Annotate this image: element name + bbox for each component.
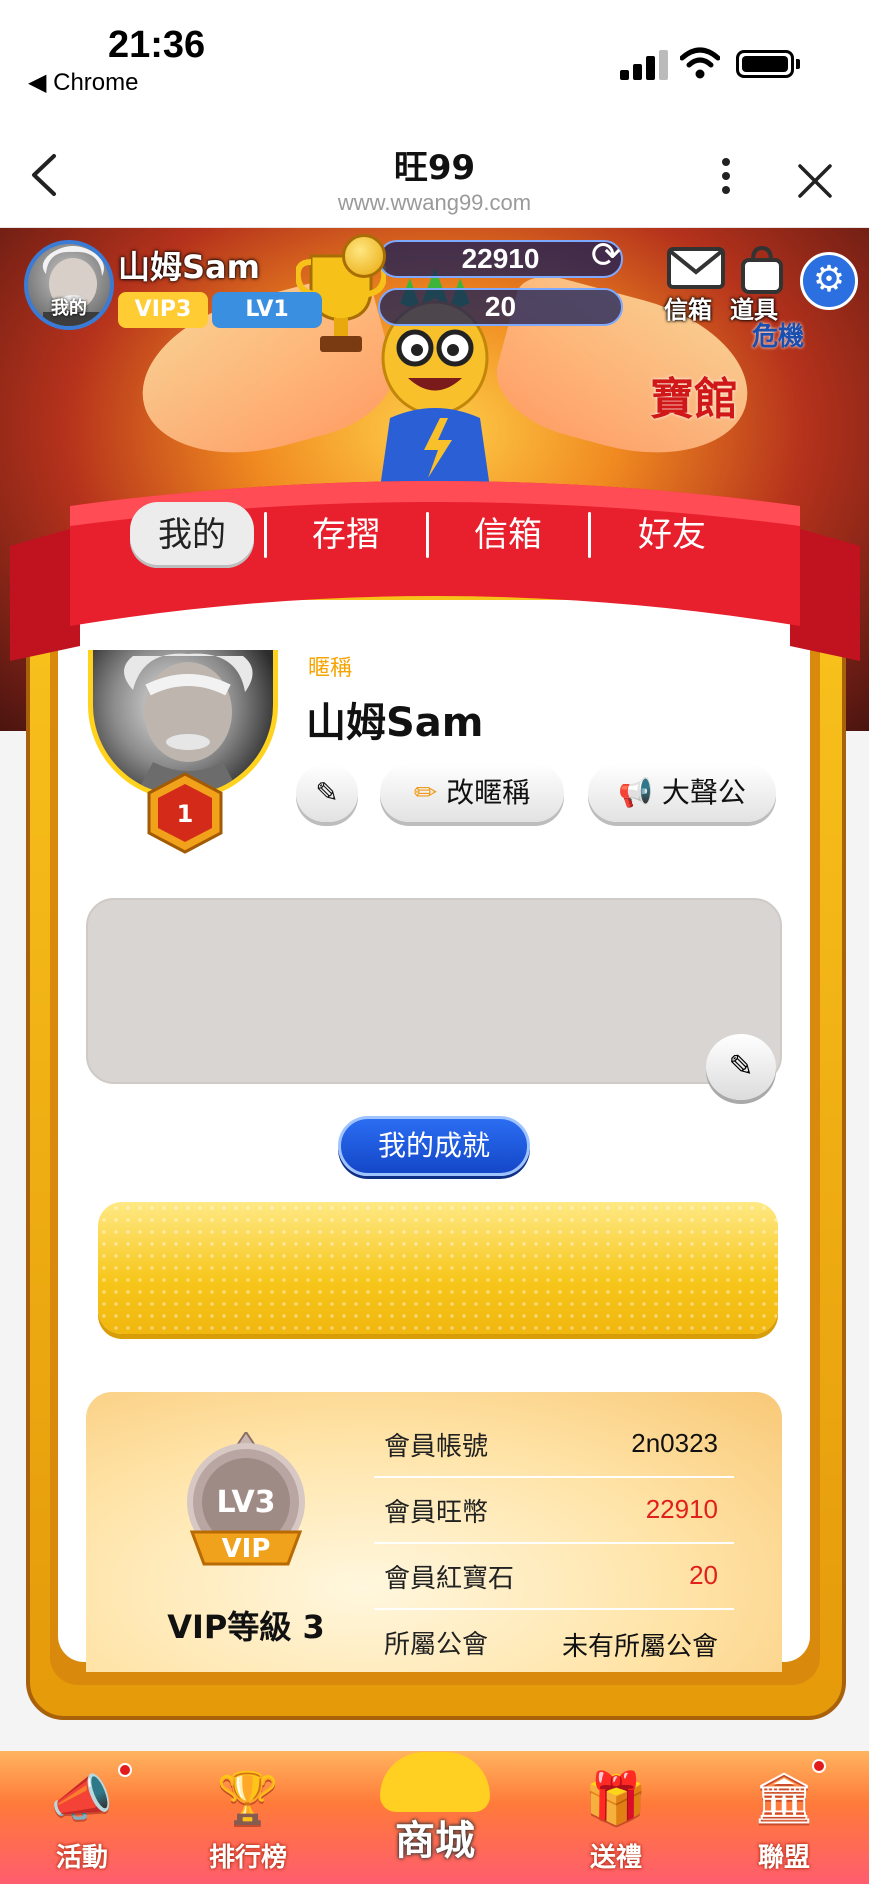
bag-icon xyxy=(741,245,783,294)
settings-gear-icon[interactable]: ⚙ xyxy=(800,252,858,310)
info-value: 20 xyxy=(689,1560,718,1590)
info-label: 會員旺幣 xyxy=(384,1498,489,1528)
achievements-button[interactable]: 我的成就 xyxy=(338,1116,530,1176)
megaphone-icon: 📣 xyxy=(50,1769,114,1827)
vip-level-text: VIP等級 3 xyxy=(167,1608,325,1646)
trophy-icon: 🏆 xyxy=(216,1769,280,1827)
gem-balance-value: 20 xyxy=(484,291,517,322)
info-value: 22910 xyxy=(645,1494,718,1524)
gift-icon: 🎁 xyxy=(584,1769,648,1827)
profile-tabs: 我的 存摺 信箱 好友 xyxy=(126,502,766,574)
tab-divider xyxy=(588,512,591,558)
mailbox-label: 信箱 xyxy=(664,296,712,324)
coin-balance-value: 22910 xyxy=(461,243,540,274)
battery-icon xyxy=(736,50,794,78)
sparkle-pattern xyxy=(98,1202,778,1334)
info-row-rubies: 會員紅寶石 20 xyxy=(374,1544,734,1610)
info-row-coins: 會員旺幣 22910 xyxy=(374,1478,734,1544)
vip-emblem-label: VIP xyxy=(222,1534,271,1564)
nickname-label: 暱稱 xyxy=(308,656,353,681)
tab-friends[interactable]: 好友 xyxy=(610,502,734,568)
page-url: www.wwang99.com xyxy=(337,190,532,215)
rename-button-label: 改暱稱 xyxy=(446,776,531,809)
back-to-app-link[interactable]: ◀ Chrome xyxy=(28,68,138,97)
tab-divider xyxy=(264,512,267,558)
banner-text-crisis: 危機 xyxy=(752,322,805,352)
edit-nickname-button[interactable]: ✎ xyxy=(296,764,358,822)
banner-text-hall: 寶館 xyxy=(650,374,738,425)
mall-mascot-icon xyxy=(380,1752,490,1812)
vip-badge: VIP3 xyxy=(118,292,208,328)
refresh-icon[interactable]: ⟳ xyxy=(586,236,626,276)
battery-tip xyxy=(796,59,800,69)
info-row-account: 會員帳號 2n0323 xyxy=(374,1412,734,1478)
pencil-icon: ✎ xyxy=(315,776,339,809)
nav-gift-label: 送禮 xyxy=(589,1843,642,1873)
tab-divider xyxy=(426,512,429,558)
info-label: 會員帳號 xyxy=(384,1432,489,1462)
megaphone-button-label: 大聲公 xyxy=(661,776,746,809)
nav-mall[interactable]: 商城 xyxy=(370,1808,500,1866)
tab-passbook[interactable]: 存摺 xyxy=(284,502,408,568)
pencil-icon: ✏ xyxy=(413,776,438,809)
nav-alliance[interactable]: 🏛 聯盟 xyxy=(724,1751,844,1884)
megaphone-button[interactable]: 📢 大聲公 xyxy=(588,764,776,822)
player-name: 山姆Sam xyxy=(118,248,260,286)
status-time: 21:36 xyxy=(108,24,206,66)
avatar-top-label: 我的 xyxy=(51,298,87,319)
gem-balance[interactable]: 20 xyxy=(378,288,623,326)
notification-dot xyxy=(812,1759,826,1773)
coin-icon xyxy=(342,234,386,278)
level-hex-badge: 1 xyxy=(147,772,223,854)
nav-gift[interactable]: 🎁 送禮 xyxy=(556,1751,676,1884)
page-title: 旺99 xyxy=(393,148,476,188)
wifi-icon xyxy=(680,47,720,79)
nav-leaderboard[interactable]: 🏆 排行榜 xyxy=(188,1751,308,1884)
nickname: 山姆Sam xyxy=(306,700,484,746)
gold-banner xyxy=(98,1202,778,1334)
player-avatar-top[interactable]: 我的 xyxy=(24,240,114,330)
edit-bio-button[interactable]: ✎ xyxy=(706,1034,776,1100)
vip-emblem-level: LV3 xyxy=(216,1485,275,1520)
bio-textbox[interactable] xyxy=(86,898,782,1084)
vip-info-panel: LV3 VIP VIP等級 3 會員帳號 2n0323 會員旺幣 22910 會… xyxy=(86,1392,782,1672)
bank-icon: 🏛 xyxy=(752,1769,816,1827)
nav-events-label: 活動 xyxy=(55,1843,108,1873)
megaphone-icon: 📢 xyxy=(618,776,653,809)
info-row-guild: 所屬公會 未有所屬公會 xyxy=(374,1610,734,1672)
signal-icon xyxy=(620,48,668,80)
info-label: 所屬公會 xyxy=(384,1630,489,1660)
vip-emblem-icon: LV3 VIP xyxy=(187,1432,305,1566)
pencil-icon: ✎ xyxy=(728,1049,754,1084)
tab-mine[interactable]: 我的 xyxy=(130,502,254,568)
info-value: 2n0323 xyxy=(631,1428,718,1458)
level-number: 1 xyxy=(177,800,194,828)
rename-button[interactable]: ✏ 改暱稱 xyxy=(380,764,564,822)
info-value: 未有所屬公會 xyxy=(561,1631,718,1661)
status-bar: 21:36 ◀ Chrome xyxy=(0,0,869,110)
mail-icon xyxy=(667,247,725,289)
info-label: 會員紅寶石 xyxy=(384,1564,515,1594)
close-icon[interactable] xyxy=(796,162,834,200)
browser-header: 旺99 www.wwang99.com xyxy=(0,110,869,228)
nav-alliance-label: 聯盟 xyxy=(757,1843,810,1873)
level-badge: LV1 xyxy=(212,292,322,328)
more-vertical-icon[interactable] xyxy=(720,158,732,198)
nav-leaderboard-label: 排行榜 xyxy=(208,1843,287,1873)
tab-mailbox[interactable]: 信箱 xyxy=(446,502,570,568)
notification-dot xyxy=(118,1763,132,1777)
